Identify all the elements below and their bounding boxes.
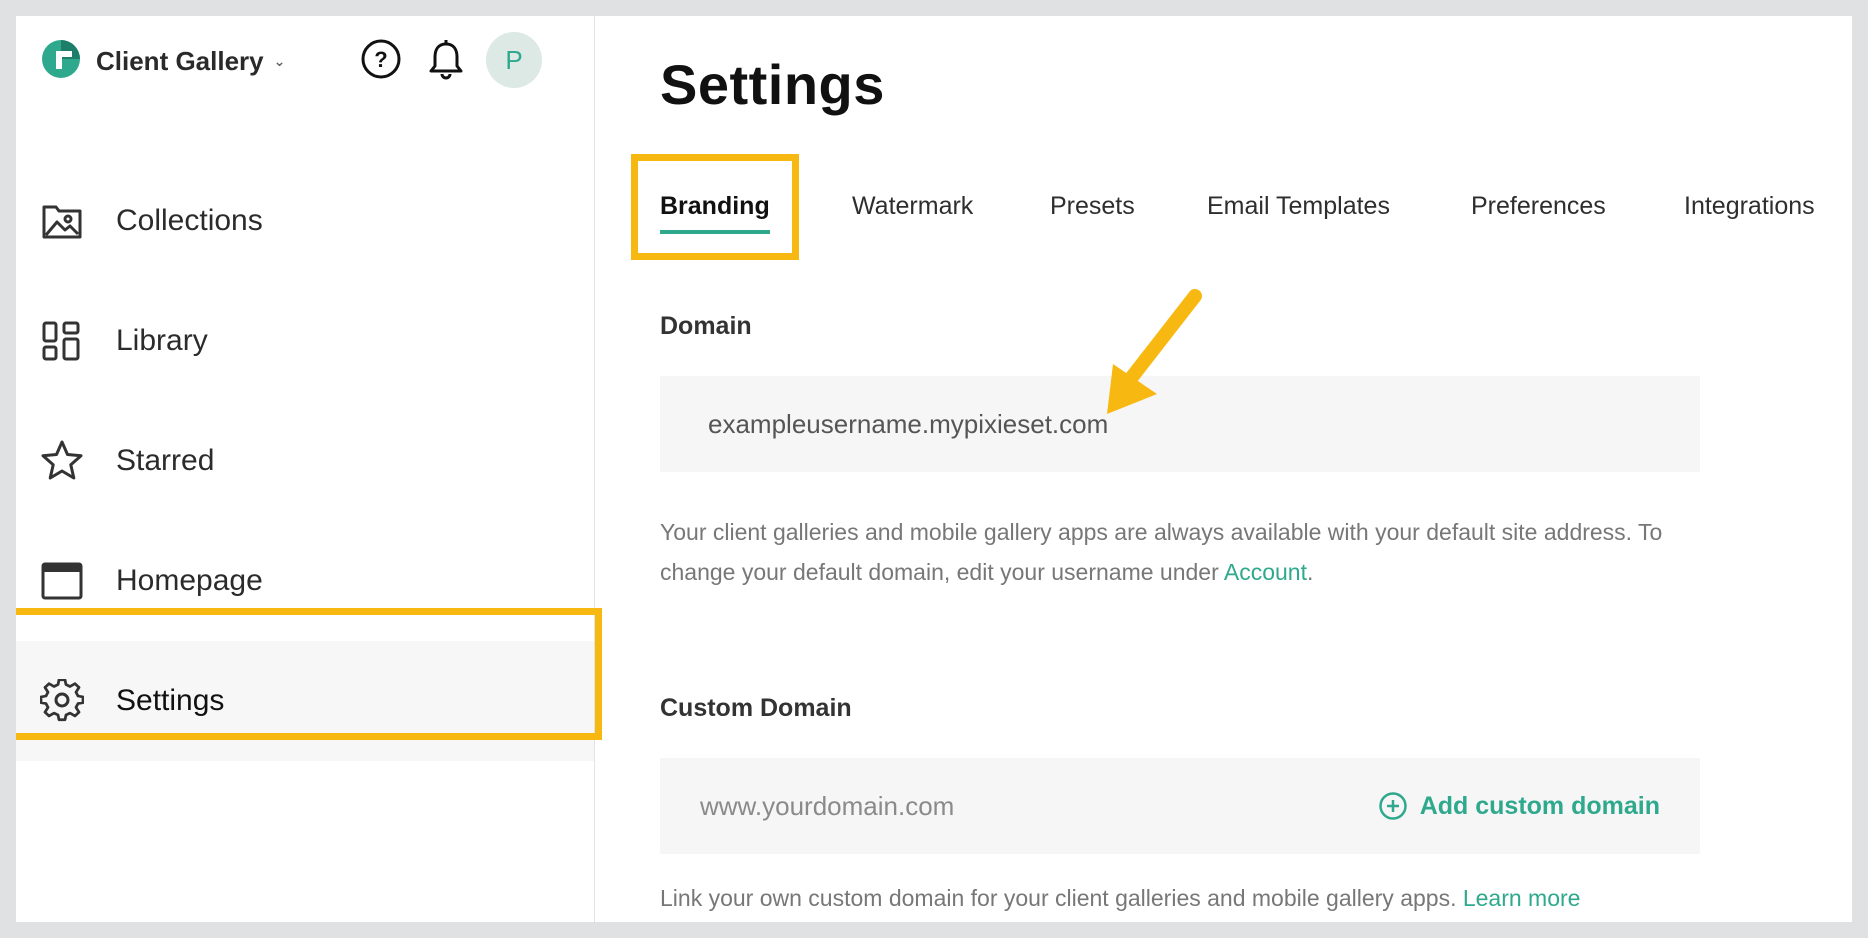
tab-watermark[interactable]: Watermark: [852, 186, 973, 238]
sidebar-item-settings[interactable]: Settings: [16, 641, 594, 761]
add-custom-domain-label: Add custom domain: [1419, 791, 1660, 820]
main-content: Settings Branding Watermark Presets Emai…: [595, 16, 1852, 922]
custom-domain-field: Add custom domain: [660, 758, 1700, 854]
tab-branding[interactable]: Branding: [660, 186, 770, 238]
settings-tabs: Branding Watermark Presets Email Templat…: [595, 186, 1852, 256]
app-title: Client Gallery: [96, 46, 264, 76]
custom-domain-help-body: Link your own custom domain for your cli…: [660, 885, 1463, 911]
domain-help-text: Your client galleries and mobile gallery…: [660, 512, 1720, 592]
sidebar-item-starred[interactable]: Starred: [16, 401, 594, 521]
sidebar-header: Client Gallery ⌄ ? P: [16, 16, 594, 126]
tab-presets[interactable]: Presets: [1050, 186, 1135, 238]
sidebar-item-label: Settings: [116, 684, 225, 717]
domain-input[interactable]: [660, 376, 1700, 472]
app-switcher[interactable]: Client Gallery ⌄: [96, 46, 285, 77]
learn-more-link[interactable]: Learn more: [1463, 885, 1581, 911]
sidebar-item-library[interactable]: Library: [16, 281, 594, 401]
tab-email-templates[interactable]: Email Templates: [1207, 186, 1390, 238]
avatar[interactable]: P: [486, 32, 542, 88]
sidebar-item-label: Library: [116, 324, 208, 357]
tab-integrations[interactable]: Integrations: [1684, 186, 1815, 238]
domain-field[interactable]: [660, 376, 1700, 472]
browser-window-icon: [41, 562, 83, 600]
tab-preferences[interactable]: Preferences: [1471, 186, 1606, 238]
app-frame: Client Gallery ⌄ ? P Collections Library…: [16, 16, 1852, 922]
add-custom-domain-button[interactable]: Add custom domain: [1378, 758, 1660, 854]
custom-domain-label: Custom Domain: [660, 694, 852, 722]
domain-label: Domain: [660, 312, 752, 340]
sidebar-item-label: Collections: [116, 204, 263, 237]
plus-circle-icon: [1378, 792, 1407, 820]
chevron-down-icon: ⌄: [273, 53, 286, 69]
star-icon: [41, 440, 83, 480]
sidebar-item-collections[interactable]: Collections: [16, 161, 594, 281]
sidebar-item-label: Homepage: [116, 564, 263, 597]
sidebar: Client Gallery ⌄ ? P Collections Library…: [16, 16, 595, 922]
bell-icon[interactable]: [426, 38, 466, 80]
image-icon: [42, 205, 82, 239]
domain-help-suffix: .: [1306, 559, 1314, 585]
logo-icon: [42, 40, 80, 78]
sidebar-item-homepage[interactable]: Homepage: [16, 521, 594, 641]
grid-icon: [42, 321, 80, 361]
page-title: Settings: [660, 53, 885, 116]
sidebar-item-label: Starred: [116, 444, 215, 477]
svg-text:?: ?: [374, 47, 387, 72]
help-icon[interactable]: ?: [360, 38, 402, 80]
custom-domain-help-text: Link your own custom domain for your cli…: [660, 878, 1840, 918]
gear-icon: [40, 679, 84, 722]
domain-help-body: Your client galleries and mobile gallery…: [660, 519, 1663, 585]
account-link[interactable]: Account: [1224, 559, 1307, 585]
